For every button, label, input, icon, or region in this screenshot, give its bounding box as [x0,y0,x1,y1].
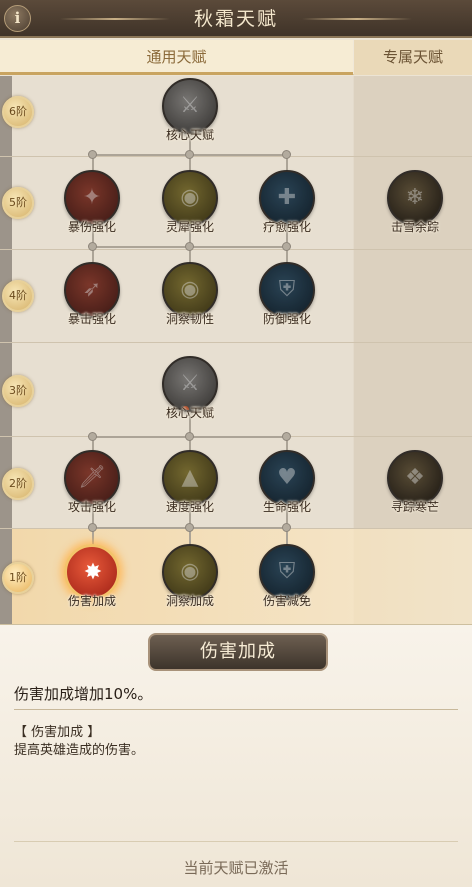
talent-node-core-top[interactable]: ⚔ 核心天赋 [162,78,218,143]
connector-node [88,523,97,532]
talent-node-crit-strike[interactable]: ➶ 暴击强化 [64,262,120,327]
connector-node [185,523,194,532]
talent-node-speed[interactable]: ▲ 速度强化 [162,450,218,515]
talent-node-damage-reduce[interactable]: ⛨ 伤害减免 [259,544,315,609]
talent-node-life[interactable]: ♥ 生命强化 [259,450,315,515]
talent-node-defense[interactable]: ⛨ 防御强化 [259,262,315,327]
talent-node-exclusive-5[interactable]: ❄ 击雪余踪 [387,170,443,235]
connector-node [88,242,97,251]
connector-node [185,432,194,441]
activation-status: 当前天赋已激活 [183,859,289,877]
detail-description: 提高英雄造成的伤害。 [14,743,145,758]
connector-node [185,150,194,159]
talent-node-insight-bonus[interactable]: ◉ 洞察加成 [162,544,218,609]
talent-node-heal[interactable]: ✚ 疗愈强化 [259,170,315,235]
connector-node [282,150,291,159]
talent-detail-panel: 伤害加成 伤害加成增加10%。 【 伤害加成 】 提高英雄造成的伤害。 当前天赋… [0,624,472,887]
tab-general-talents[interactable]: 通用天赋 [0,40,353,75]
connector-node [282,242,291,251]
talent-node-core-mid[interactable]: ⚔ 核心天赋 [162,356,218,421]
divider [14,709,458,710]
header-bar: i 秋霜天赋 [0,0,472,38]
talent-node-exclusive-2[interactable]: ❖ 寻踪寒芒 [387,450,443,515]
connector-node [282,523,291,532]
detail-talent-name: 【 伤害加成 】 [14,725,101,740]
talent-node-spirit[interactable]: ◉ 灵犀强化 [162,170,218,235]
connector-node [282,432,291,441]
tier-badge-3: 3阶 [2,375,34,407]
connector-node [185,242,194,251]
talent-node-crit-damage[interactable]: ✦ 暴伤强化 [64,170,120,235]
talent-node-attack[interactable]: 🗡 攻击强化 [64,450,120,515]
divider [14,841,458,842]
connector-node [88,150,97,159]
title-ornament-right [302,18,412,20]
talent-tabs: 通用天赋 专属天赋 [0,40,472,75]
connector-node [88,432,97,441]
talent-node-damage-bonus[interactable]: ✸ 伤害加成 [64,544,120,609]
talent-tree: 6阶 5阶 4阶 3阶 2阶 1阶 ⚔ 核心天赋 ✦ 暴伤强化 ◉ 灵犀强化 ✚… [0,76,472,624]
tier-badge-4: 4阶 [2,280,34,312]
detail-effect: 伤害加成增加10%。 [14,685,153,703]
tier-divider [0,342,472,343]
talent-node-insight-tough[interactable]: ◉ 洞察韧性 [162,262,218,327]
tier-badge-2: 2阶 [2,468,34,500]
tier-strip [0,76,12,624]
tier-badge-1: 1阶 [2,562,34,594]
tier-divider [0,249,472,250]
tab-exclusive-talents[interactable]: 专属天赋 [354,40,472,75]
tier-divider [0,156,472,157]
tier-badge-6: 6阶 [2,96,34,128]
tier-badge-5: 5阶 [2,187,34,219]
detail-title: 伤害加成 [148,633,328,671]
